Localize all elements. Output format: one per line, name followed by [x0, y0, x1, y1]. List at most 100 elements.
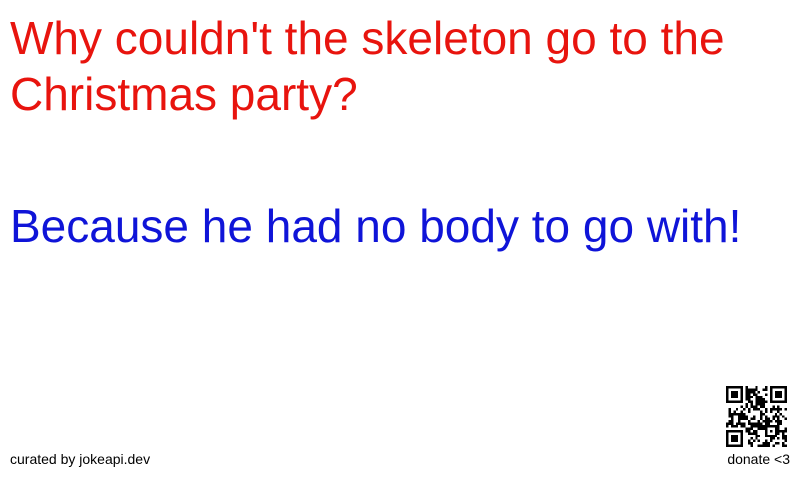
qr-module — [726, 439, 729, 443]
qr-module — [769, 425, 773, 428]
qr-module — [760, 398, 763, 401]
qr-module — [726, 444, 729, 447]
qr-module — [784, 393, 787, 396]
qr-module — [755, 432, 758, 435]
qr-module — [782, 400, 785, 404]
qr-module — [740, 415, 744, 418]
qr-module — [765, 439, 768, 443]
qr-module — [767, 434, 770, 438]
qr-module — [747, 442, 751, 445]
qr-module — [726, 434, 729, 438]
qr-module — [765, 400, 768, 404]
qr-module — [772, 400, 775, 404]
qr-module — [774, 427, 778, 430]
qr-module — [740, 417, 744, 421]
qr-module — [728, 386, 731, 389]
qr-module — [745, 405, 748, 408]
qr-module — [745, 390, 748, 394]
qr-module — [769, 400, 773, 404]
qr-module — [777, 410, 780, 413]
qr-module — [726, 395, 729, 399]
qr-module — [782, 442, 785, 445]
qr-module — [765, 422, 768, 426]
qr-module — [772, 444, 775, 447]
qr-module — [757, 398, 761, 401]
qr-module — [752, 439, 756, 443]
qr-module — [755, 437, 758, 440]
qr-module — [726, 386, 729, 389]
qr-module — [757, 427, 761, 430]
qr-module — [757, 403, 761, 406]
qr-module — [728, 412, 731, 416]
qr-module — [782, 415, 785, 418]
qr-module — [760, 400, 763, 404]
qr-module — [784, 439, 787, 443]
qr-module — [743, 422, 746, 426]
qr-module — [774, 390, 778, 394]
qr-module — [777, 437, 780, 440]
qr-module — [772, 417, 775, 421]
qr-module — [772, 415, 775, 418]
qr-module — [762, 442, 766, 445]
qr-module — [743, 425, 746, 428]
qr-module — [755, 425, 758, 428]
qr-module — [762, 398, 766, 401]
qr-module — [765, 417, 768, 421]
qr-module — [762, 420, 766, 423]
qr-module — [740, 388, 744, 391]
qr-module — [767, 422, 770, 426]
qr-module — [757, 439, 761, 443]
qr-module — [735, 393, 739, 396]
qr-module — [765, 386, 768, 389]
qr-module — [730, 437, 734, 440]
qr-module — [733, 395, 736, 399]
qr-module — [782, 444, 785, 447]
qr-module — [726, 422, 729, 426]
qr-module — [767, 420, 770, 423]
qr-module — [750, 432, 753, 435]
qr-module — [730, 386, 734, 389]
qr-module — [747, 395, 751, 399]
qr-module — [743, 417, 746, 421]
qr-module — [777, 393, 780, 396]
qr-module — [747, 432, 751, 435]
qr-module — [750, 405, 753, 408]
qr-module — [774, 407, 778, 411]
qr-module — [777, 415, 780, 418]
qr-module — [765, 444, 768, 447]
qr-module — [757, 400, 761, 404]
qr-module — [765, 427, 768, 430]
qr-module — [728, 444, 731, 447]
qr-module — [757, 444, 761, 447]
qr-module — [769, 407, 773, 411]
qr-module — [774, 400, 778, 404]
qr-module — [740, 432, 744, 435]
qr-module — [777, 425, 780, 428]
qr-module — [777, 432, 780, 435]
qr-module — [765, 434, 768, 438]
qr-module — [735, 437, 739, 440]
qr-module — [733, 425, 736, 428]
qr-module — [735, 444, 739, 447]
qr-module — [747, 393, 751, 396]
qr-module — [762, 388, 766, 391]
qr-module — [760, 403, 763, 406]
qr-module — [752, 393, 756, 396]
qr-module — [752, 422, 756, 426]
qr-module — [782, 434, 785, 438]
qr-module — [750, 427, 753, 430]
qr-module — [735, 412, 739, 416]
qr-module — [745, 417, 748, 421]
qr-module — [740, 393, 744, 396]
qr-module — [738, 422, 741, 426]
qr-module — [730, 393, 734, 396]
qr-module — [762, 444, 766, 447]
qr-code-icon[interactable] — [726, 386, 787, 447]
qr-module — [769, 390, 773, 394]
qr-module — [750, 437, 753, 440]
qr-module — [733, 439, 736, 443]
qr-module — [735, 429, 739, 433]
qr-module — [730, 444, 734, 447]
qr-module — [747, 388, 751, 391]
qr-module — [755, 429, 758, 433]
